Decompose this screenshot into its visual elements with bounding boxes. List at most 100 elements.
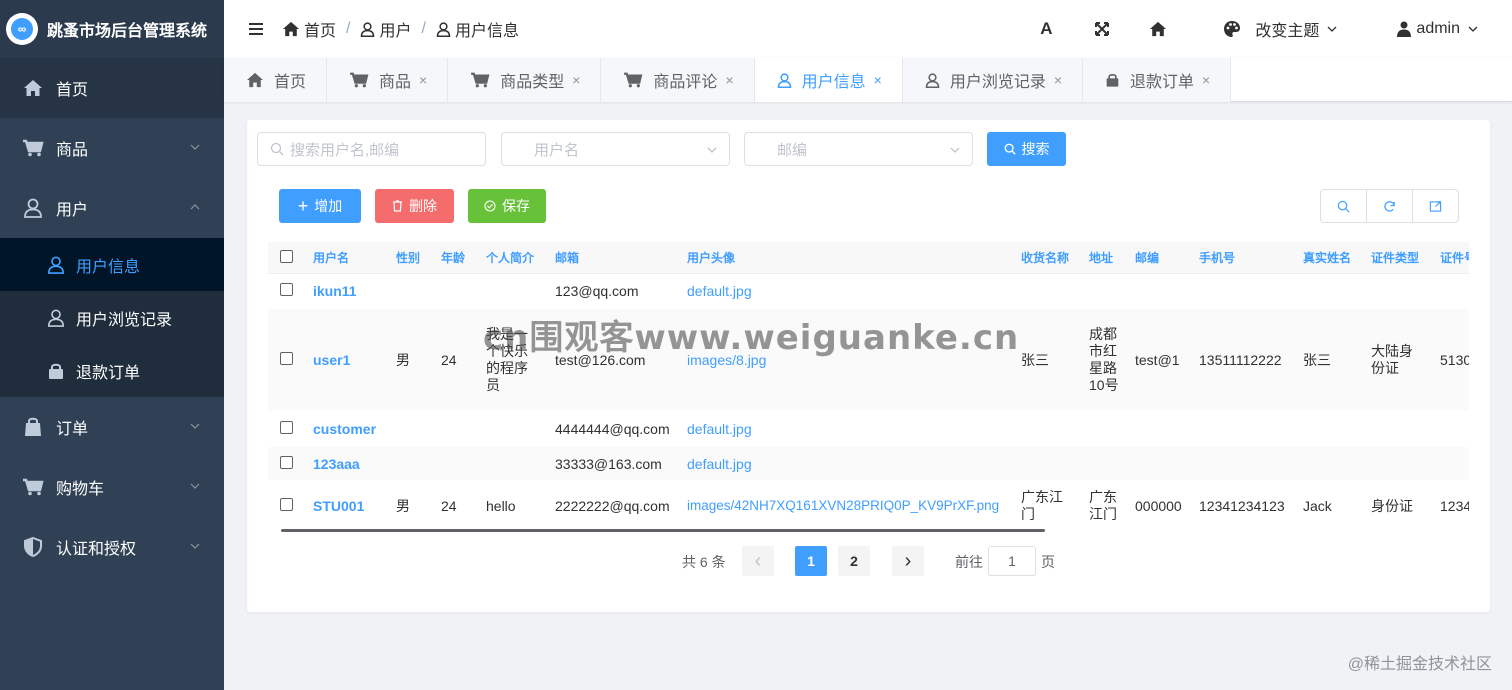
column-header[interactable]: 收货名称 — [1021, 249, 1089, 266]
column-header[interactable]: 年龄 — [441, 249, 486, 266]
row-checkbox[interactable] — [280, 420, 293, 434]
username-select[interactable]: 用户名 — [501, 132, 730, 166]
tab-goods-comment[interactable]: 商品评论 × — [601, 58, 755, 102]
cell-avatar[interactable]: default.jpg — [687, 421, 1021, 437]
column-header[interactable]: 邮编 — [1135, 249, 1199, 266]
cell-username[interactable]: STU001 — [313, 498, 396, 514]
delete-button[interactable]: 删除 — [375, 189, 454, 223]
row-checkbox[interactable] — [280, 351, 293, 365]
cell-receiver: 广东江门 — [1021, 488, 1063, 522]
breadcrumb-current: 用户信息 — [454, 23, 519, 40]
app-logo[interactable]: ∞ 跳蚤市场后台管理系统 — [0, 0, 224, 58]
tab-goods-type[interactable]: 商品类型 × — [448, 58, 602, 102]
home-icon — [246, 72, 264, 88]
column-header[interactable]: 手机号 — [1199, 249, 1303, 266]
row-checkbox[interactable] — [280, 283, 293, 296]
cell-idno: 5130 — [1440, 351, 1469, 368]
close-icon[interactable]: × — [419, 72, 427, 88]
goto-label: 前往 — [955, 554, 983, 570]
goto-page-input[interactable]: 1 — [988, 546, 1036, 576]
breadcrumb-home[interactable]: 首页 — [304, 17, 336, 41]
sidebar-item-home[interactable]: 首页 — [0, 58, 224, 118]
search-input[interactable]: 搜索用户名,邮编 — [257, 132, 486, 166]
zip-select[interactable]: 邮编 — [744, 132, 973, 166]
lock-icon — [1105, 72, 1120, 88]
horizontal-scrollbar[interactable] — [281, 529, 1045, 532]
column-header[interactable]: 证件号 — [1440, 249, 1469, 266]
cell-username[interactable]: customer — [313, 421, 396, 437]
search-button[interactable]: 搜索 — [987, 132, 1066, 166]
tab-label: 用户浏览记录 — [949, 74, 1046, 91]
page-button[interactable]: 1 — [795, 546, 827, 576]
tab-label: 退款订单 — [1130, 74, 1195, 91]
table-toolbar — [1320, 189, 1459, 223]
refresh-icon[interactable] — [1367, 190, 1413, 222]
cell-username[interactable]: ikun11 — [313, 283, 396, 299]
search-icon[interactable] — [1321, 190, 1367, 222]
table-row[interactable]: 123aaa 33333@163.com default.jpg — [268, 447, 1469, 481]
sidebar-item-goods[interactable]: 商品 — [0, 118, 224, 178]
row-checkbox[interactable] — [280, 455, 293, 469]
font-size-icon[interactable]: A — [1037, 19, 1055, 38]
sidebar-item-user-browse[interactable]: 用户浏览记录 — [0, 291, 224, 344]
next-page-button[interactable]: › — [892, 546, 924, 576]
sidebar-item-label: 购物车 — [56, 481, 105, 498]
column-header[interactable]: 用户头像 — [687, 249, 1021, 266]
sidebar-item-user[interactable]: 用户 — [0, 178, 224, 238]
select-all-checkbox[interactable] — [280, 249, 293, 263]
delete-button-label: 删除 — [409, 198, 437, 214]
tab-user-info[interactable]: 用户信息 × — [754, 58, 903, 102]
column-header[interactable]: 用户名 — [313, 249, 396, 266]
tab-refund[interactable]: 退款订单 × — [1083, 58, 1232, 102]
theme-dropdown[interactable]: 改变主题 — [1223, 17, 1339, 41]
column-header[interactable]: 证件类型 — [1371, 249, 1440, 266]
cell-username[interactable]: user1 — [313, 352, 396, 368]
chevron-down-icon — [190, 483, 200, 489]
breadcrumb-user[interactable]: 用户 — [379, 17, 411, 41]
add-button[interactable]: + 增加 — [279, 189, 361, 223]
column-header[interactable]: 个人简介 — [486, 249, 555, 266]
table-row[interactable]: ikun11 123@qq.com default.jpg — [268, 274, 1469, 309]
tab-goods[interactable]: 商品 × — [327, 58, 449, 102]
user-submenu: 用户信息 用户浏览记录 退款订单 — [0, 238, 224, 397]
save-button[interactable]: 保存 — [468, 189, 546, 223]
close-icon[interactable]: × — [572, 72, 580, 88]
user-dropdown[interactable]: admin — [1397, 20, 1480, 38]
column-header[interactable]: 真实姓名 — [1303, 249, 1371, 266]
cell-avatar[interactable]: images/42NH7XQ161XVN28PRIQ0P_KV9PrXF.png — [687, 498, 1021, 513]
close-icon[interactable]: × — [1202, 72, 1210, 88]
sidebar-item-orders[interactable]: 订单 — [0, 397, 224, 457]
prev-page-button[interactable]: ‹ — [742, 546, 774, 576]
sidebar-item-cart[interactable]: 购物车 — [0, 457, 224, 517]
theme-label: 改变主题 — [1255, 23, 1320, 40]
row-checkbox[interactable] — [280, 497, 293, 511]
sidebar-item-refund[interactable]: 退款订单 — [0, 344, 224, 397]
add-button-label: 增加 — [314, 198, 343, 214]
cell-username[interactable]: 123aaa — [313, 456, 396, 472]
navbar: 首页 / 用户 / 用户信息 A 改变主题 admin — [224, 0, 1512, 58]
table-row[interactable]: customer 4444444@qq.com default.jpg — [268, 411, 1469, 447]
table-row[interactable]: STU001 男 24 hello 2222222@qq.com images/… — [268, 481, 1469, 531]
close-icon[interactable]: × — [725, 72, 733, 88]
tab-label: 商品 — [379, 74, 412, 91]
sidebar-item-auth[interactable]: 认证和授权 — [0, 517, 224, 577]
tab-user-browse[interactable]: 用户浏览记录 × — [902, 58, 1084, 102]
home-icon[interactable] — [1149, 20, 1167, 38]
page-button[interactable]: 2 — [838, 546, 870, 576]
columns-icon[interactable] — [1413, 190, 1458, 222]
cell-avatar[interactable]: default.jpg — [687, 456, 1021, 472]
column-header[interactable]: 地址 — [1089, 249, 1135, 266]
hamburger-icon[interactable] — [248, 21, 264, 37]
sidebar-item-label: 用户信息 — [76, 258, 141, 276]
tab-home[interactable]: 首页 — [224, 58, 328, 102]
column-header[interactable]: 邮箱 — [555, 249, 687, 266]
close-icon[interactable]: × — [874, 72, 882, 88]
column-header[interactable]: 性别 — [396, 249, 441, 266]
cart-icon — [22, 476, 44, 498]
close-icon[interactable]: × — [1054, 72, 1062, 88]
bag-icon — [22, 416, 44, 438]
fullscreen-icon[interactable] — [1093, 20, 1111, 38]
cell-avatar[interactable]: default.jpg — [687, 283, 1021, 299]
cell-email: 123@qq.com — [555, 283, 639, 299]
sidebar-item-user-info[interactable]: 用户信息 — [0, 238, 224, 291]
